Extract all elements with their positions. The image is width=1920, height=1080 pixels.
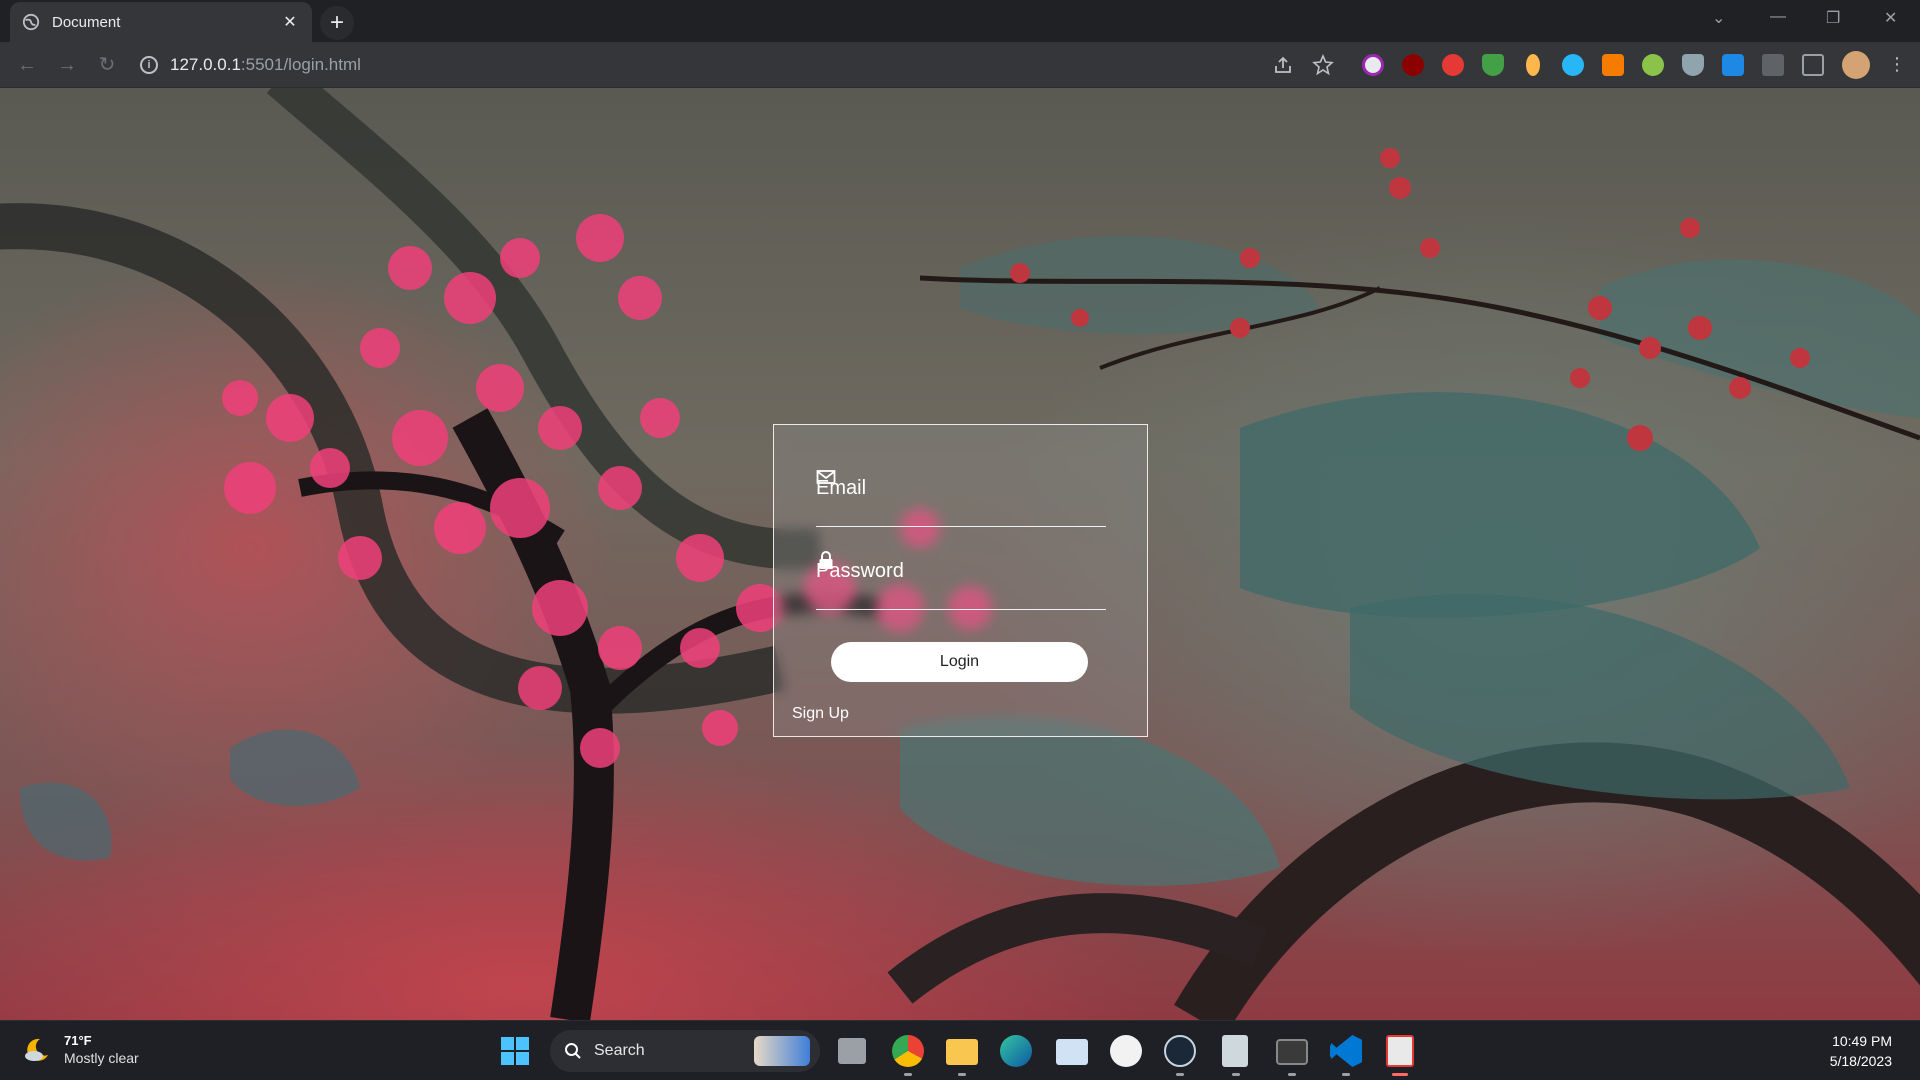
honey-extension-icon[interactable] bbox=[1526, 54, 1540, 76]
chrome-running-indicator bbox=[904, 1073, 912, 1076]
lock-icon bbox=[819, 551, 833, 569]
taskbar-search[interactable]: Search bbox=[550, 1030, 820, 1072]
minimize-button[interactable]: — bbox=[1770, 8, 1786, 26]
tab-document[interactable]: Document ✕ bbox=[10, 2, 312, 42]
page-background: Email Password Login Sign Up bbox=[0, 88, 1920, 1020]
explorer-running-indicator bbox=[958, 1073, 966, 1076]
translate-extension-icon[interactable] bbox=[1562, 54, 1584, 76]
vscode-icon[interactable] bbox=[1330, 1035, 1362, 1067]
clock-date: 5/18/2023 bbox=[1829, 1053, 1892, 1069]
search-icon bbox=[565, 1043, 581, 1059]
globe-icon bbox=[22, 13, 40, 31]
tab-title: Document bbox=[52, 13, 121, 31]
tab-search-icon[interactable]: ⌄ bbox=[1712, 8, 1725, 28]
edge-icon[interactable] bbox=[1000, 1035, 1032, 1067]
photos-icon[interactable] bbox=[1056, 1039, 1088, 1065]
tab-strip: Document ✕ + ⌄ — ❐ ✕ bbox=[0, 0, 1920, 42]
puzzle-icon[interactable] bbox=[1762, 54, 1784, 76]
address-path: :5501/login.html bbox=[240, 55, 361, 74]
shield-icon[interactable] bbox=[1482, 54, 1504, 76]
email-field[interactable]: Email bbox=[816, 467, 1106, 527]
privacy-extension-icon[interactable] bbox=[1362, 54, 1384, 76]
clock[interactable]: 10:49 PM 5/18/2023 bbox=[1830, 1031, 1892, 1071]
metamask-icon[interactable] bbox=[1602, 54, 1624, 76]
weather-temp: 71°F bbox=[64, 1033, 92, 1048]
task-view-icon[interactable] bbox=[838, 1038, 866, 1064]
steam-icon[interactable] bbox=[1164, 1035, 1196, 1067]
mail-icon bbox=[816, 470, 836, 484]
vpn-extension-icon[interactable] bbox=[1642, 54, 1664, 76]
ublock-icon[interactable] bbox=[1402, 54, 1424, 76]
clock-time: 10:49 PM bbox=[1832, 1033, 1892, 1049]
reload-button[interactable]: ↻ bbox=[96, 54, 118, 76]
close-window-button[interactable]: ✕ bbox=[1884, 8, 1897, 28]
moon-cloud-icon bbox=[25, 1038, 48, 1061]
snipping-tool-icon[interactable] bbox=[1386, 1035, 1414, 1067]
weather-widget[interactable]: 71°F Mostly clear bbox=[22, 1033, 139, 1066]
app-icon[interactable] bbox=[1110, 1035, 1142, 1067]
menu-kebab-icon[interactable]: ⋮ bbox=[1888, 54, 1906, 76]
login-button[interactable]: Login bbox=[831, 642, 1088, 682]
address-bar[interactable]: i 127.0.0.1:5501/login.html bbox=[140, 49, 1240, 81]
weather-condition: Mostly clear bbox=[64, 1050, 139, 1066]
active-app-indicator bbox=[1392, 1073, 1408, 1076]
forward-button[interactable]: → bbox=[56, 54, 78, 76]
notepad-icon[interactable] bbox=[1222, 1035, 1248, 1067]
browser-toolbar: ← → ↻ i 127.0.0.1:5501/login.html bbox=[0, 42, 1920, 88]
chrome-icon[interactable] bbox=[892, 1035, 924, 1067]
security-extension-icon[interactable] bbox=[1682, 54, 1704, 76]
vscode-running-indicator bbox=[1342, 1073, 1350, 1076]
windows-start-icon[interactable] bbox=[500, 1036, 530, 1066]
abp-icon[interactable] bbox=[1442, 54, 1464, 76]
search-highlight-icon bbox=[754, 1036, 810, 1066]
terminal-icon[interactable] bbox=[1276, 1039, 1308, 1065]
restore-button[interactable]: ❐ bbox=[1826, 8, 1840, 28]
bookmark-star-icon[interactable] bbox=[1312, 54, 1334, 76]
password-field[interactable]: Password bbox=[816, 550, 1106, 610]
login-form: Email Password Login Sign Up bbox=[773, 424, 1148, 737]
side-panel-icon[interactable] bbox=[1802, 54, 1824, 76]
info-icon[interactable]: i bbox=[140, 56, 158, 74]
new-tab-button[interactable]: + bbox=[320, 6, 354, 40]
taskbar: 71°F Mostly clear Search 10:49 PM 5/18/2… bbox=[0, 1020, 1920, 1080]
dev-extension-icon[interactable] bbox=[1722, 54, 1744, 76]
file-explorer-icon[interactable] bbox=[946, 1039, 978, 1065]
search-label: Search bbox=[594, 1042, 645, 1059]
back-button[interactable]: ← bbox=[16, 54, 38, 76]
close-tab-icon[interactable]: ✕ bbox=[280, 12, 300, 32]
terminal-running-indicator bbox=[1288, 1073, 1296, 1076]
signup-link[interactable]: Sign Up bbox=[792, 705, 849, 723]
address-host: 127.0.0.1 bbox=[170, 55, 241, 74]
notepad-running-indicator bbox=[1232, 1073, 1240, 1076]
share-icon[interactable] bbox=[1272, 54, 1294, 76]
profile-avatar[interactable] bbox=[1842, 51, 1870, 79]
steam-running-indicator bbox=[1176, 1073, 1184, 1076]
